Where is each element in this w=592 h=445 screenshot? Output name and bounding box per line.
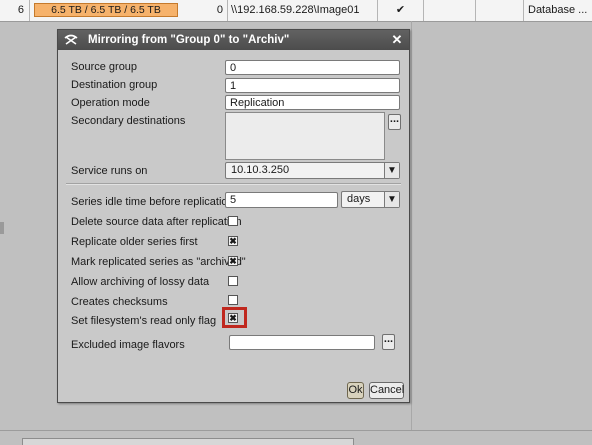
excluded-flavors-browse-button[interactable]: ... [382, 334, 395, 350]
checkbox-label: Replicate older series first [71, 236, 198, 248]
idle-time-input[interactable] [225, 192, 338, 208]
dialog-titlebar[interactable]: Mirroring from "Group 0" to "Archiv" ✕ [58, 30, 409, 50]
checkmark-icon: ✔ [378, 0, 424, 21]
service-runs-on-value: 10.10.3.250 [231, 164, 290, 176]
create-checksums-checkbox[interactable] [228, 295, 238, 305]
background-table-row: 6 6.5 TB / 6.5 TB / 6.5 TB 0 \\192.168.5… [0, 0, 592, 22]
app-logo-icon [64, 34, 78, 45]
highlight-box [222, 307, 247, 328]
dialog-title: Mirroring from "Group 0" to "Archiv" [88, 34, 290, 46]
checkbox-label: Creates checksums [71, 296, 168, 308]
replicate-older-first-checkbox[interactable]: ✖ [228, 236, 238, 246]
source-group-label: Source group [71, 61, 138, 73]
checkbox-label: Mark replicated series as "archived" [71, 256, 246, 268]
checkbox-label: Set filesystem's read only flag [71, 315, 217, 327]
secondary-destinations-browse-button[interactable]: ... [388, 114, 401, 130]
close-icon[interactable]: ✕ [390, 30, 404, 50]
source-group-input[interactable] [225, 60, 400, 75]
checkbox-label: Allow archiving of lossy data [71, 276, 210, 288]
checkbox-label: Delete source data after replication [71, 216, 242, 228]
idle-time-label: Series idle time before replication [71, 196, 234, 208]
delete-source-checkbox[interactable] [228, 216, 238, 226]
cancel-button[interactable]: Cancel [369, 382, 404, 399]
allow-lossy-checkbox[interactable] [228, 276, 238, 286]
chevron-down-icon[interactable]: ▼ [384, 163, 399, 178]
splitter-handle[interactable] [0, 222, 4, 234]
destination-group-label: Destination group [71, 79, 158, 91]
excluded-flavors-label: Excluded image flavors [71, 339, 185, 351]
service-runs-on-label: Service runs on [71, 165, 148, 177]
idle-time-unit-value: days [347, 193, 371, 205]
count-cell: 0 [180, 0, 228, 21]
operation-mode-input[interactable] [225, 95, 400, 110]
idle-time-unit-select[interactable]: days ▼ [341, 191, 400, 208]
destination-group-input[interactable] [225, 78, 400, 93]
secondary-destinations-list[interactable] [225, 112, 385, 160]
panel-divider [0, 430, 592, 431]
panel-divider [411, 21, 412, 430]
empty-cell [424, 0, 476, 21]
empty-cell [476, 0, 524, 21]
excluded-flavors-input[interactable] [229, 335, 375, 350]
mark-archived-checkbox[interactable]: ✖ [228, 256, 238, 266]
service-runs-on-select[interactable]: 10.10.3.250 ▼ [225, 162, 400, 179]
row-number: 6 [0, 0, 30, 21]
operation-mode-label: Operation mode [71, 97, 150, 109]
secondary-destinations-label: Secondary destinations [71, 115, 186, 127]
type-cell: Database ... [528, 4, 588, 16]
section-separator [66, 183, 401, 185]
storage-usage-bar: 6.5 TB / 6.5 TB / 6.5 TB [34, 3, 178, 17]
mirroring-dialog: Mirroring from "Group 0" to "Archiv" ✕ S… [57, 29, 410, 403]
path-cell: \\192.168.59.228\Image01 [228, 0, 378, 21]
ok-button[interactable]: Ok [347, 382, 364, 399]
chevron-down-icon[interactable]: ▼ [384, 192, 399, 207]
